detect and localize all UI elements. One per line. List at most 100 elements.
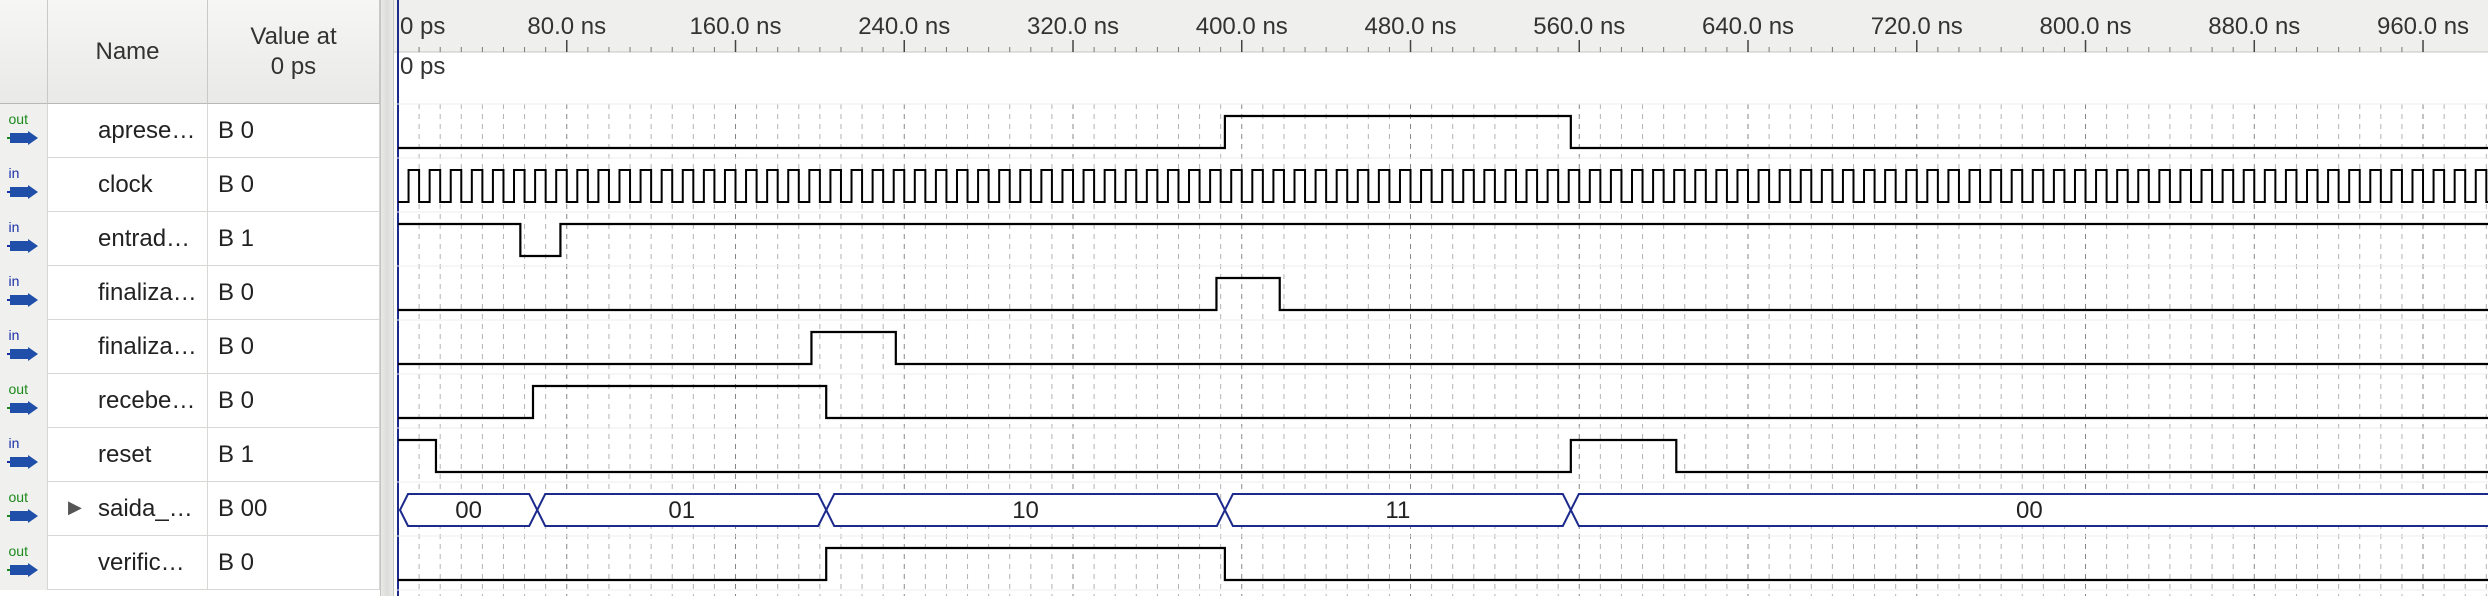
value-header-line2: 0 ps — [270, 52, 317, 80]
pin-direction-label: out — [8, 543, 28, 559]
signal-value: B 00 — [208, 482, 380, 536]
waveform-trace — [398, 222, 2488, 258]
signal-value: B 1 — [208, 212, 380, 266]
cursor-strip — [394, 53, 2488, 103]
signal-value: B 0 — [208, 158, 380, 212]
signal-name: finaliza… — [48, 320, 208, 374]
ruler-tick-label: 720.0 ns — [1871, 13, 1963, 40]
signal-name-label: recebe… — [98, 387, 196, 414]
bit-waveform — [398, 222, 2488, 258]
signal-name: entrad… — [48, 212, 208, 266]
ruler-tick-label: 320.0 ns — [1027, 13, 1119, 40]
signal-value-label: B 0 — [218, 279, 255, 306]
signal-name-label: finaliza… — [98, 279, 197, 306]
signal-value-label: B 0 — [218, 117, 255, 144]
value-column-header[interactable]: Value at 0 ps — [208, 0, 380, 104]
signal-row[interactable]: out ▶ saida_… B 00 — [0, 482, 380, 536]
signal-value-label: B 0 — [218, 171, 255, 198]
waveform-trace — [398, 330, 2488, 366]
waveform-trace — [398, 384, 2488, 420]
signal-name-label: entrad… — [98, 225, 191, 252]
signal-icon-cell: out — [0, 482, 48, 536]
pin-arrow-icon — [6, 185, 38, 199]
bit-waveform — [398, 330, 2488, 366]
signal-name: reset — [48, 428, 208, 482]
signal-value: B 0 — [208, 104, 380, 158]
bit-waveform — [398, 276, 2488, 312]
input-pin-icon: in — [5, 328, 43, 366]
pin-direction-label: out — [8, 381, 28, 397]
ruler-tick-label: 960.0 ns — [2377, 13, 2469, 40]
pin-direction-label: in — [8, 327, 20, 343]
signal-name-label: verific… — [98, 549, 185, 576]
name-header-label: Name — [95, 37, 160, 65]
signal-row[interactable]: in entrad… B 1 — [0, 212, 380, 266]
signal-icon-cell: out — [0, 374, 48, 428]
signal-row[interactable]: in finaliza… B 0 — [0, 266, 380, 320]
ruler-tick-label: 80.0 ns — [527, 13, 606, 40]
signal-value-label: B 0 — [218, 333, 255, 360]
waveform-pane[interactable]: 0 ps 80.0 ns 160.0 ns 240.0 ns 320.0 ns 400.0… — [394, 0, 2488, 596]
input-pin-icon: in — [5, 166, 43, 204]
signal-row[interactable]: in reset B 1 — [0, 428, 380, 482]
pin-arrow-icon — [6, 509, 38, 523]
waveform-trace — [398, 438, 2488, 474]
signal-name: aprese… — [48, 104, 208, 158]
name-column-header[interactable]: Name — [48, 0, 208, 104]
signal-value: B 0 — [208, 266, 380, 320]
pin-arrow-icon — [6, 401, 38, 415]
ruler-start-label: 0 ps — [400, 13, 445, 40]
ruler-tick-label: 160.0 ns — [689, 13, 781, 40]
ruler-tick-label: 240.0 ns — [858, 13, 950, 40]
input-pin-icon: in — [5, 274, 43, 312]
signal-icon-cell: out — [0, 104, 48, 158]
waveform-trace — [398, 169, 2488, 203]
signal-name: recebe… — [48, 374, 208, 428]
ruler-tick-label: 400.0 ns — [1196, 13, 1288, 40]
signal-icon-cell: in — [0, 428, 48, 482]
signal-name-label: saida_… — [98, 495, 193, 522]
signal-icon-cell: in — [0, 158, 48, 212]
bit-waveform — [398, 546, 2488, 582]
signal-name-label: clock — [98, 171, 153, 198]
signal-value-label: B 0 — [218, 387, 255, 414]
waveform-trace — [398, 546, 2488, 582]
ruler-tick-label: 880.0 ns — [2208, 13, 2300, 40]
signal-icon-cell: in — [0, 320, 48, 374]
bus-value-label: 00 — [2016, 497, 2043, 524]
expand-arrow-icon[interactable]: ▶ — [68, 497, 82, 518]
signal-icon-cell: in — [0, 212, 48, 266]
waveform-canvas[interactable]: 0 ps 80.0 ns 160.0 ns 240.0 ns 320.0 ns 400.0… — [394, 0, 2488, 596]
output-pin-icon: out — [5, 382, 43, 420]
signal-name-label: finaliza… — [98, 333, 197, 360]
signal-value: B 0 — [208, 320, 380, 374]
ruler-tick-label: 800.0 ns — [2039, 13, 2131, 40]
signal-value: B 0 — [208, 374, 380, 428]
ruler-tick-label: 640.0 ns — [1702, 13, 1794, 40]
bit-waveform — [398, 114, 2488, 150]
value-header-line1: Value at — [250, 22, 337, 50]
pin-direction-label: in — [8, 435, 20, 451]
pin-direction-label: out — [8, 489, 28, 505]
bit-waveform — [398, 384, 2488, 420]
time-cursor-label: 0 ps — [400, 53, 445, 80]
input-pin-icon: in — [5, 436, 43, 474]
signal-value: B 1 — [208, 428, 380, 482]
signal-name: ▶ saida_… — [48, 482, 208, 536]
signal-row[interactable]: out aprese… B 0 — [0, 104, 380, 158]
signal-row[interactable]: in clock B 0 — [0, 158, 380, 212]
input-pin-icon: in — [5, 220, 43, 258]
pane-splitter[interactable] — [380, 0, 394, 596]
signal-row[interactable]: out recebe… B 0 — [0, 374, 380, 428]
ruler-tick-label: 480.0 ns — [1364, 13, 1456, 40]
signal-value: B 0 — [208, 536, 380, 590]
output-pin-icon: out — [5, 544, 43, 582]
waveform-viewer: Name Value at 0 ps out aprese… B 0 in clock B… — [0, 0, 2488, 596]
signal-icon-cell: in — [0, 266, 48, 320]
output-bus-icon: out — [5, 490, 43, 528]
signal-row[interactable]: in finaliza… B 0 — [0, 320, 380, 374]
pin-arrow-icon — [6, 239, 38, 253]
signal-row[interactable]: out verific… B 0 — [0, 536, 380, 590]
signal-value-label: B 1 — [218, 441, 255, 468]
signal-value-label: B 0 — [218, 549, 255, 576]
